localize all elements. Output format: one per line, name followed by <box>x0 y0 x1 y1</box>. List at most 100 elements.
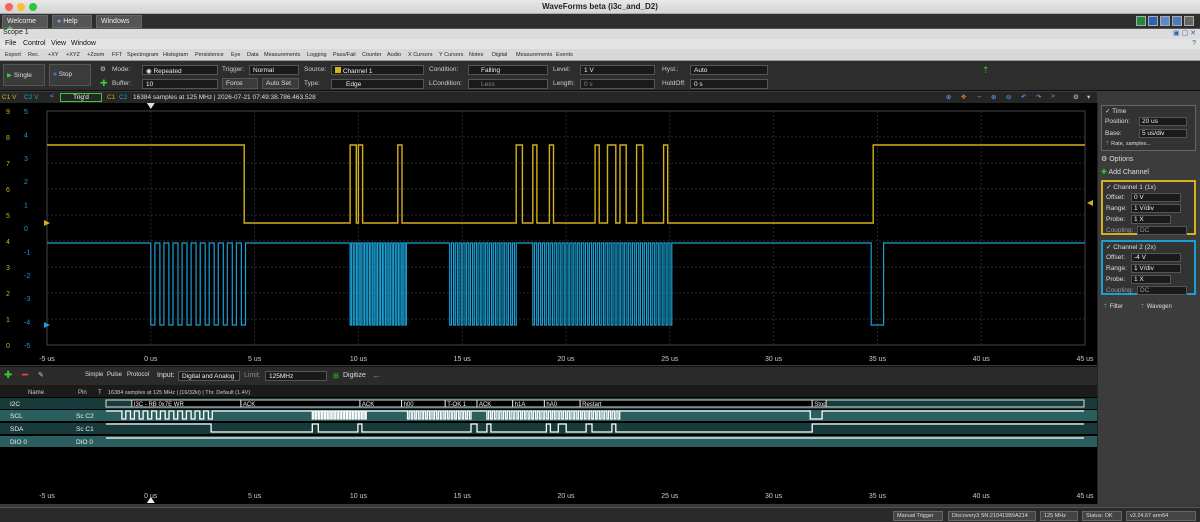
toolbar-logging[interactable]: Logging <box>307 52 327 58</box>
layout-green-icon[interactable] <box>1136 16 1146 26</box>
toolbar-rec[interactable]: Rec. <box>28 52 39 58</box>
zoom-in-icon[interactable]: ⊕ <box>991 93 996 101</box>
ch2-probe-select[interactable]: 1 X <box>1131 275 1171 284</box>
pulse-tab[interactable]: Pulse <box>107 372 122 378</box>
redo-icon[interactable]: ↷ <box>1036 93 1041 101</box>
menu-view[interactable]: View <box>51 40 66 47</box>
toolbar-xy[interactable]: +XY <box>48 52 59 58</box>
toolbar-events[interactable]: Events <box>556 52 573 58</box>
wavegen-button[interactable]: ⇡ Wavegen <box>1140 303 1172 310</box>
zoom-out-icon[interactable]: ⊖ <box>1006 93 1011 101</box>
source-select[interactable]: Channel 1 <box>331 65 424 75</box>
layout-tile-icon[interactable] <box>1172 16 1182 26</box>
remove-icon[interactable]: ━ <box>22 370 28 381</box>
toolbar-data[interactable]: Data <box>247 52 259 58</box>
filter-button[interactable]: ⇡ Filter <box>1103 303 1123 310</box>
arrow-up-icon[interactable]: ⇡ <box>982 65 990 76</box>
logic-analyzer-view[interactable]: Name Pin T 16384 samples at 125 MHz | (16/3… <box>0 385 1097 504</box>
check-icon[interactable]: ✓ <box>1105 108 1110 115</box>
manual-trigger-button[interactable]: Manual Trigger <box>893 511 943 521</box>
edit-icon[interactable]: ✎ <box>38 371 44 379</box>
hyst-input[interactable]: Auto <box>690 65 768 75</box>
chevron-down-icon[interactable]: ▾ <box>1087 93 1090 101</box>
toolbar-fft[interactable]: FFT <box>112 52 122 58</box>
simple-tab[interactable]: Simple <box>85 372 103 378</box>
toolbar-xcursors[interactable]: X Cursors <box>408 52 432 58</box>
layout-windows-icon[interactable] <box>1160 16 1170 26</box>
toolbar-digital[interactable]: Digital <box>492 52 507 58</box>
ch1-range-select[interactable]: 1 V/div <box>1131 204 1181 213</box>
length-input[interactable]: 0 s <box>580 79 655 89</box>
toolbar-export[interactable]: Export <box>5 52 21 58</box>
add-icon[interactable]: ✚ <box>4 370 12 381</box>
pan-icon[interactable]: ↔ <box>976 93 983 100</box>
cursor-icon[interactable]: ✥ <box>961 93 966 101</box>
chevron-right-icon[interactable]: > <box>1051 93 1055 100</box>
ch2-range-select[interactable]: 1 V/div <box>1131 264 1181 273</box>
scope-waveform-svg[interactable]: 9 8 7 6 5 4 3 2 1 0 5 4 3 2 1 0 -1 -2 -3 -4 -5 -5 us 0 us 5 us 1… <box>0 103 1097 365</box>
scope-plot[interactable]: 9 8 7 6 5 4 3 2 1 0 5 4 3 2 1 0 -1 -2 -3 -4 -5 -5 us 0 us 5 us 1… <box>0 103 1097 365</box>
add-channel-button[interactable]: ✚ Add Channel <box>1101 168 1196 179</box>
chevron-left-icon[interactable]: < <box>50 93 54 100</box>
menu-window[interactable]: Window <box>71 40 96 47</box>
menu-file[interactable]: File <box>5 40 16 47</box>
ch1-probe-select[interactable]: 1 X <box>1131 215 1171 224</box>
ch1-offset-input[interactable]: 0 V <box>1131 193 1181 202</box>
rate-link[interactable]: ⇡ Rate, samples... <box>1105 141 1151 147</box>
toolbar-eye[interactable]: Eye <box>231 52 240 58</box>
tab-windows[interactable]: Windows <box>96 15 142 28</box>
toolbar-histogram[interactable]: Histogram <box>163 52 188 58</box>
layout-blue-icon[interactable] <box>1148 16 1158 26</box>
toolbar-spectrogram[interactable]: Spectrogram <box>127 52 159 58</box>
limit-select[interactable]: 125MHz <box>265 371 327 381</box>
toolbar-audio[interactable]: Audio <box>387 52 401 58</box>
toolbar-xyz[interactable]: +XYZ <box>66 52 80 58</box>
toolbar-measurements[interactable]: Measurements <box>264 52 300 58</box>
level-input[interactable]: 1 V <box>580 65 655 75</box>
ch1-coupling-select[interactable]: DC <box>1137 226 1187 235</box>
mode-gear-icon[interactable]: ⚙ <box>100 65 106 73</box>
undo-icon[interactable]: ↶ <box>1021 93 1026 101</box>
mode-select[interactable]: ◉ Repeated <box>142 65 218 75</box>
toolbar-measurements-2[interactable]: Measurements <box>516 52 552 58</box>
toolbar-ycursors[interactable]: Y Cursors <box>439 52 463 58</box>
single-button[interactable]: ▶ Single <box>3 64 45 86</box>
add-buffer-icon[interactable]: ✚ <box>100 78 108 89</box>
holdoff-input[interactable]: 0 s <box>690 79 768 89</box>
toolbar-zoom[interactable]: +Zoom <box>87 52 104 58</box>
toolbar-notes[interactable]: Notes <box>469 52 483 58</box>
stop-button[interactable]: ■ Stop <box>49 64 91 86</box>
check-icon[interactable]: ✓ <box>1106 184 1111 191</box>
digitize-label[interactable]: Digitize <box>343 372 366 379</box>
ch1-y-tick: 3 <box>6 265 10 272</box>
ch2-coupling-select[interactable]: DC <box>1137 286 1187 295</box>
buffer-input[interactable]: 10 <box>142 79 218 89</box>
trigger-select[interactable]: Normal <box>249 65 299 75</box>
logic-waveform-svg[interactable]: Name Pin T 16384 samples at 125 MHz | (16/3… <box>0 385 1097 504</box>
zoom-icon[interactable]: ⊕ <box>946 93 951 101</box>
tab-welcome[interactable]: Welcome ✚ <box>2 15 48 33</box>
arrow-left-icon[interactable]: ← <box>372 370 381 380</box>
protocol-tab[interactable]: Protocol <box>127 372 149 378</box>
gear-icon[interactable]: ⚙ <box>1073 93 1079 101</box>
autoset-button[interactable]: Auto Set <box>262 78 299 89</box>
layout-menu-icon[interactable] <box>1184 16 1194 26</box>
check-icon[interactable]: ✓ <box>1106 244 1111 251</box>
toolbar-counter[interactable]: Counter <box>362 52 382 58</box>
window-controls-icon[interactable]: ▣ ▢ ✕ <box>1173 29 1196 37</box>
toolbar-passfail[interactable]: Pass/Fail <box>333 52 356 58</box>
force-button[interactable]: Force <box>222 78 258 89</box>
menu-control[interactable]: Control <box>23 40 46 47</box>
position-input[interactable]: 20 us <box>1139 117 1187 126</box>
condition-select[interactable]: Falling <box>468 65 548 75</box>
ch2-offset-input[interactable]: -4 V <box>1131 253 1181 262</box>
tab-help[interactable]: ● Help <box>52 15 92 28</box>
lcondition-select[interactable]: Less <box>468 79 548 89</box>
base-input[interactable]: 5 us/div <box>1139 129 1187 138</box>
device-status[interactable]: Discovery3 SN:210415B9A214 <box>948 511 1036 521</box>
input-select[interactable]: Digital and Analog <box>178 371 240 381</box>
type-select[interactable]: Edge <box>331 79 424 89</box>
help-icon[interactable]: ? <box>1192 40 1196 47</box>
toolbar-persistence[interactable]: Persistence <box>195 52 224 58</box>
options-button[interactable]: ⚙ Options <box>1101 155 1189 166</box>
